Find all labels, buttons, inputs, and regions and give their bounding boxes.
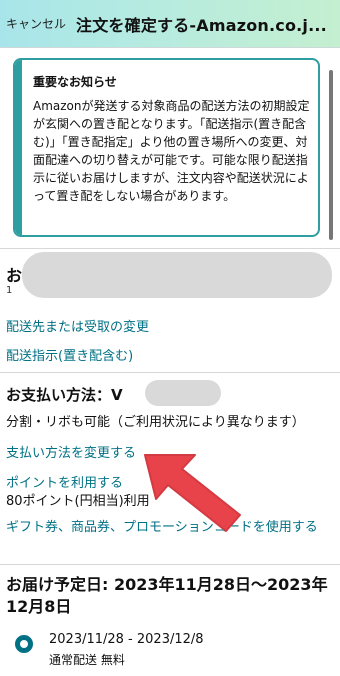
cancel-button[interactable]: キャンセル [6, 15, 66, 32]
delivery-date-heading: お届け予定日: 2023年11月28日〜2023年12月8日 [6, 575, 328, 616]
payment-heading-label: お支払い方法： [6, 386, 112, 404]
section-divider [0, 564, 340, 565]
redacted-payment-name [145, 380, 221, 406]
section-divider [0, 248, 340, 249]
delivery-option-date: 2023/11/28 - 2023/12/8 [49, 632, 204, 647]
shipping-address-line: 1 [6, 285, 13, 296]
scrollbar[interactable] [329, 70, 333, 240]
payment-method-heading: お支払い方法：V [6, 384, 123, 405]
notice-accent-bar [15, 60, 22, 235]
delivery-option-radio[interactable] [15, 635, 33, 653]
installment-note: 分割・リボも可能（ご利用状況により異なります） [6, 415, 305, 430]
payment-heading-suffix: V [111, 386, 123, 404]
page-title: 注文を確定する-Amazon.co.j... [76, 15, 327, 35]
app-header: キャンセル 注文を確定する-Amazon.co.j... [0, 0, 340, 48]
red-arrow-annotation [144, 454, 241, 532]
important-notice-box: 重要なお知らせ Amazonが発送する対象商品の配送方法の初期設定が玄関への置き… [13, 58, 320, 237]
section-divider [0, 372, 340, 373]
shipping-address-heading: お [6, 266, 23, 285]
delivery-option-shipping: 通常配送 無料 [49, 653, 125, 667]
delivery-instructions-link[interactable]: 配送指示(置き配含む) [6, 345, 133, 364]
points-note: 80ポイント(円相当)利用 [6, 494, 150, 509]
change-address-link[interactable]: 配送先または受取の変更 [6, 316, 149, 335]
use-points-link[interactable]: ポイントを利用する [6, 472, 123, 491]
change-payment-link[interactable]: 支払い方法を変更する [6, 442, 136, 461]
notice-title: 重要なお知らせ [33, 75, 117, 89]
notice-body: Amazonが発送する対象商品の配送方法の初期設定が玄関への置き配となります。「… [33, 99, 310, 203]
redacted-address [22, 252, 332, 298]
